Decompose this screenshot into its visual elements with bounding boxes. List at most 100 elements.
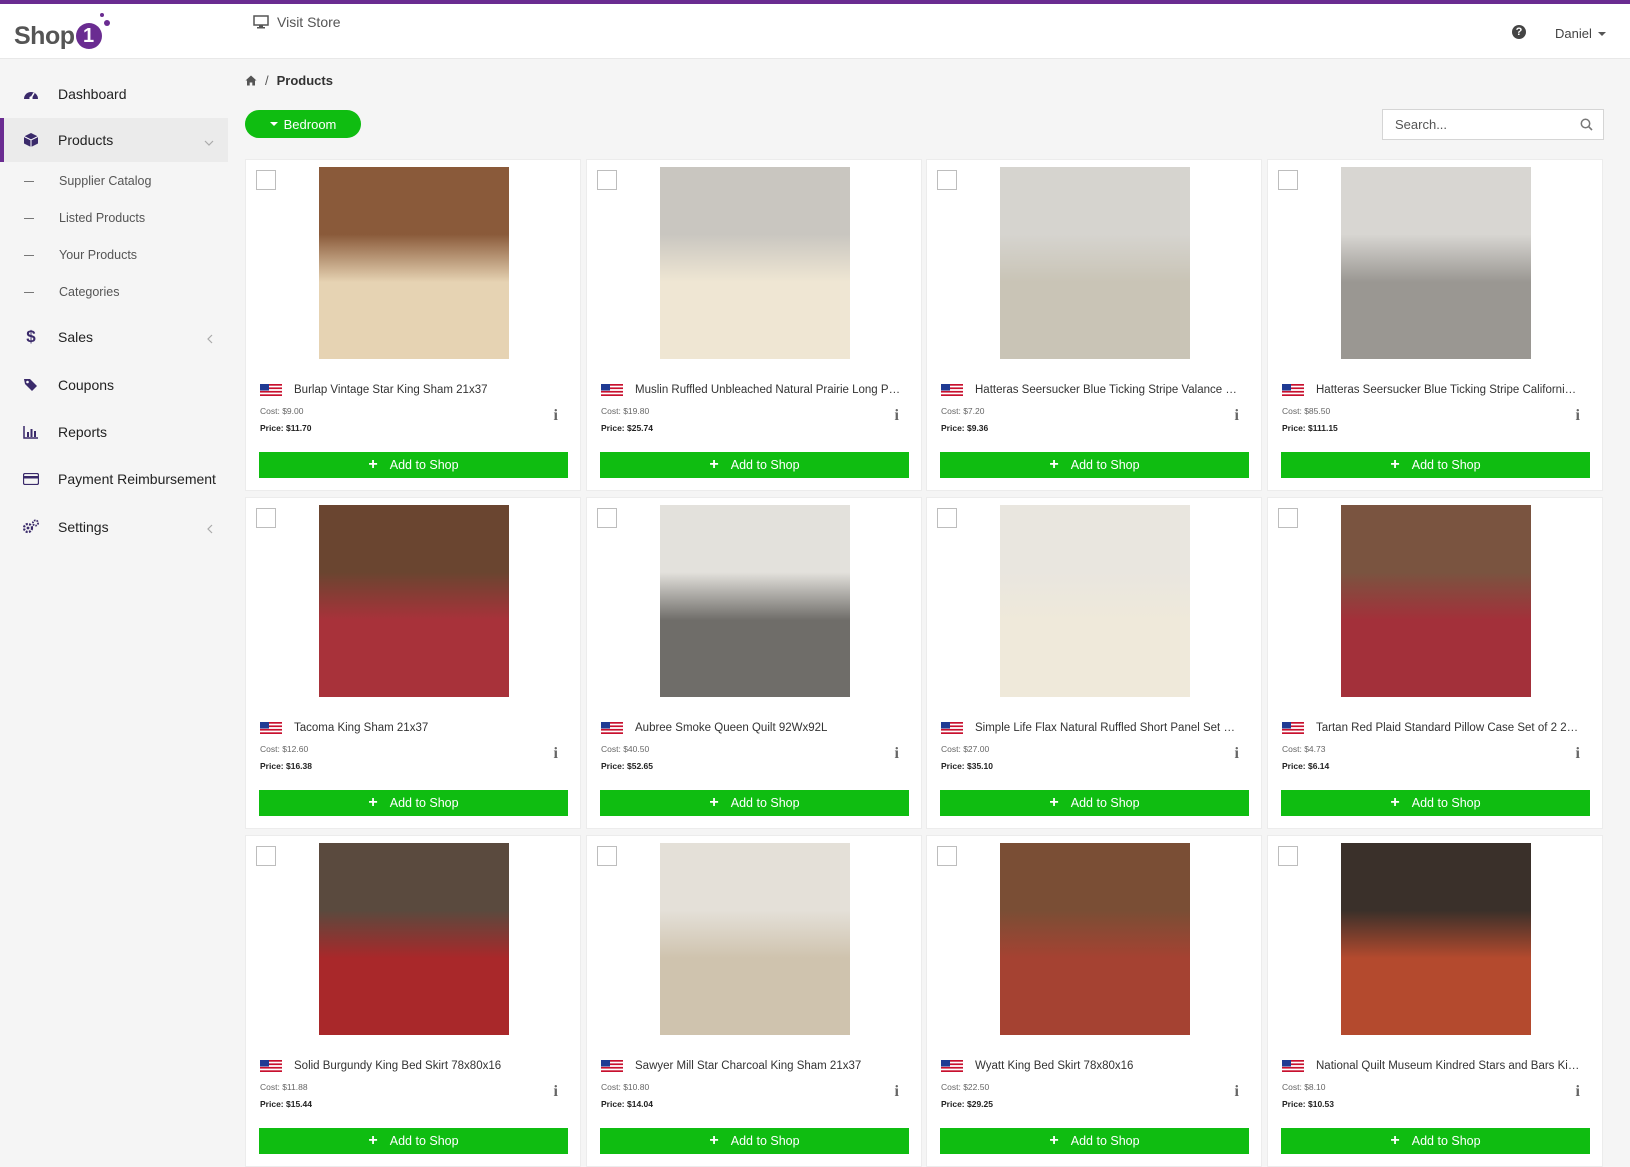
product-price: Price: $29.25: [941, 1099, 993, 1109]
select-checkbox[interactable]: [597, 846, 617, 866]
home-icon[interactable]: [245, 75, 257, 86]
product-title[interactable]: Solid Burgundy King Bed Skirt 78x80x16: [294, 1060, 501, 1072]
add-to-shop-button[interactable]: + Add to Shop: [1281, 452, 1590, 478]
sidebar-subitem-your-products[interactable]: Your Products: [24, 244, 137, 266]
select-checkbox[interactable]: [937, 846, 957, 866]
sidebar-item-label: Products: [58, 132, 114, 148]
product-image[interactable]: [1000, 843, 1190, 1035]
product-image[interactable]: [319, 505, 509, 697]
info-icon[interactable]: i: [895, 1083, 899, 1101]
add-to-shop-button[interactable]: + Add to Shop: [940, 452, 1249, 478]
product-card: Wyatt King Bed Skirt 78x80x16 Cost: $22.…: [926, 835, 1262, 1167]
credit-card-icon: [22, 470, 40, 488]
select-checkbox[interactable]: [256, 846, 276, 866]
sidebar-item-settings[interactable]: Settings: [0, 505, 228, 549]
product-title[interactable]: Wyatt King Bed Skirt 78x80x16: [975, 1060, 1133, 1072]
select-checkbox[interactable]: [1278, 846, 1298, 866]
us-flag-icon: [1282, 1060, 1304, 1072]
shop1-logo[interactable]: Shop 1: [14, 13, 110, 56]
product-price: Price: $9.36: [941, 423, 989, 433]
sidebar-item-sales[interactable]: $ Sales: [0, 315, 228, 359]
sidebar-item-reports[interactable]: Reports: [0, 410, 228, 454]
sidebar-item-dashboard[interactable]: Dashboard: [0, 72, 228, 116]
product-image[interactable]: [1341, 167, 1531, 359]
sidebar-item-products[interactable]: Products: [0, 118, 228, 162]
product-price: Price: $52.65: [601, 761, 653, 771]
product-price: Price: $10.53: [1282, 1099, 1334, 1109]
product-title[interactable]: Tacoma King Sham 21x37: [294, 722, 428, 734]
chevron-left-icon: [206, 331, 214, 347]
add-to-shop-button[interactable]: + Add to Shop: [600, 1128, 909, 1154]
product-image[interactable]: [1000, 167, 1190, 359]
select-checkbox[interactable]: [597, 508, 617, 528]
product-image[interactable]: [319, 843, 509, 1035]
sidebar-subitem-supplier-catalog[interactable]: Supplier Catalog: [24, 170, 151, 192]
select-checkbox[interactable]: [256, 508, 276, 528]
info-icon[interactable]: i: [895, 407, 899, 425]
add-to-shop-button[interactable]: + Add to Shop: [940, 790, 1249, 816]
product-image[interactable]: [660, 843, 850, 1035]
product-title[interactable]: Hatteras Seersucker Blue Ticking Stripe …: [975, 384, 1241, 396]
info-icon[interactable]: i: [1235, 745, 1239, 763]
product-title[interactable]: Muslin Ruffled Unbleached Natural Prairi…: [635, 384, 901, 396]
product-image[interactable]: [1341, 843, 1531, 1035]
select-checkbox[interactable]: [597, 170, 617, 190]
us-flag-icon: [1282, 384, 1304, 396]
monitor-icon: [253, 15, 269, 29]
add-to-shop-button[interactable]: + Add to Shop: [600, 790, 909, 816]
add-to-shop-button[interactable]: + Add to Shop: [259, 452, 568, 478]
product-title[interactable]: Sawyer Mill Star Charcoal King Sham 21x3…: [635, 1060, 861, 1072]
product-image[interactable]: [1341, 505, 1531, 697]
select-checkbox[interactable]: [937, 508, 957, 528]
info-icon[interactable]: i: [554, 1083, 558, 1101]
product-title[interactable]: Tartan Red Plaid Standard Pillow Case Se…: [1316, 722, 1582, 734]
us-flag-icon: [601, 722, 623, 734]
product-title[interactable]: National Quilt Museum Kindred Stars and …: [1316, 1060, 1582, 1072]
info-icon[interactable]: i: [554, 407, 558, 425]
sidebar-subitem-listed-products[interactable]: Listed Products: [24, 207, 145, 229]
category-filter-button[interactable]: Bedroom: [245, 110, 361, 138]
add-to-shop-label: Add to Shop: [389, 458, 459, 472]
visit-store-link[interactable]: Visit Store: [253, 14, 341, 30]
product-cost: Cost: $27.00: [941, 744, 990, 754]
select-checkbox[interactable]: [256, 170, 276, 190]
add-to-shop-button[interactable]: + Add to Shop: [1281, 790, 1590, 816]
search-input[interactable]: [1393, 109, 1577, 140]
plus-icon: +: [1049, 1132, 1059, 1149]
add-to-shop-button[interactable]: + Add to Shop: [259, 1128, 568, 1154]
sidebar-item-coupons[interactable]: Coupons: [0, 363, 228, 407]
info-icon[interactable]: i: [1235, 407, 1239, 425]
info-icon[interactable]: i: [1576, 407, 1580, 425]
add-to-shop-label: Add to Shop: [1411, 1134, 1481, 1148]
search-icon[interactable]: [1580, 118, 1593, 131]
select-checkbox[interactable]: [937, 170, 957, 190]
product-cost: Cost: $8.10: [1282, 1082, 1326, 1092]
product-image[interactable]: [660, 505, 850, 697]
product-image[interactable]: [319, 167, 509, 359]
product-cost: Cost: $19.80: [601, 406, 650, 416]
info-icon[interactable]: i: [554, 745, 558, 763]
top-header: Shop 1 Visit Store ? Daniel: [0, 4, 1630, 59]
info-icon[interactable]: i: [1576, 745, 1580, 763]
product-title[interactable]: Aubree Smoke Queen Quilt 92Wx92L: [635, 722, 827, 734]
product-image[interactable]: [660, 167, 850, 359]
info-icon[interactable]: i: [895, 745, 899, 763]
product-title[interactable]: Simple Life Flax Natural Ruffled Short P…: [975, 722, 1241, 734]
select-checkbox[interactable]: [1278, 508, 1298, 528]
info-icon[interactable]: i: [1235, 1083, 1239, 1101]
product-title[interactable]: Hatteras Seersucker Blue Ticking Stripe …: [1316, 384, 1582, 396]
info-icon[interactable]: i: [1576, 1083, 1580, 1101]
add-to-shop-button[interactable]: + Add to Shop: [1281, 1128, 1590, 1154]
sidebar-item-payment-reimbursement[interactable]: Payment Reimbursement: [0, 457, 228, 501]
help-icon[interactable]: ?: [1512, 25, 1526, 39]
add-to-shop-button[interactable]: + Add to Shop: [259, 790, 568, 816]
product-title[interactable]: Burlap Vintage Star King Sham 21x37: [294, 384, 488, 396]
user-menu[interactable]: Daniel: [1555, 26, 1606, 41]
product-image[interactable]: [1000, 505, 1190, 697]
add-to-shop-button[interactable]: + Add to Shop: [600, 452, 909, 478]
plus-icon: +: [709, 794, 719, 811]
add-to-shop-button[interactable]: + Add to Shop: [940, 1128, 1249, 1154]
add-to-shop-label: Add to Shop: [730, 1134, 800, 1148]
select-checkbox[interactable]: [1278, 170, 1298, 190]
sidebar-subitem-categories[interactable]: Categories: [24, 281, 119, 303]
